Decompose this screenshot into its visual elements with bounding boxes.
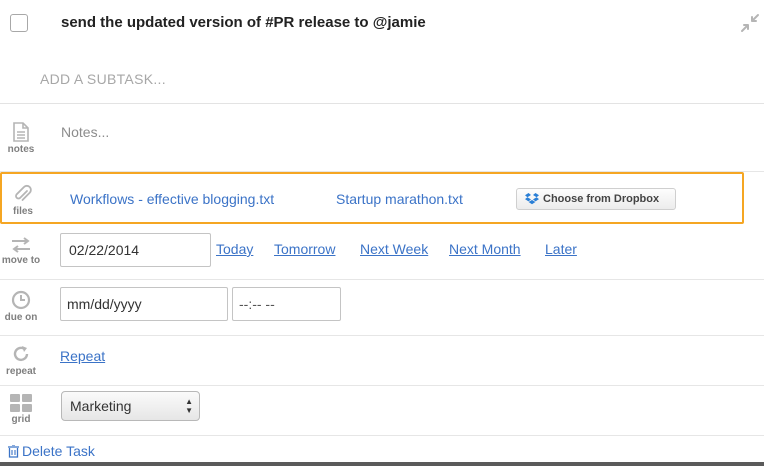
move-to-label: move to xyxy=(1,255,41,266)
clock-icon xyxy=(11,290,31,310)
files-side: files xyxy=(2,184,44,217)
refresh-icon xyxy=(13,346,29,362)
quick-link-next-month[interactable]: Next Month xyxy=(449,241,521,257)
task-checkbox[interactable] xyxy=(10,14,28,32)
move-side: move to xyxy=(0,237,42,266)
grid-label: grid xyxy=(11,414,31,425)
quick-link-later[interactable]: Later xyxy=(545,241,577,257)
choose-from-dropbox-button[interactable]: Choose from Dropbox xyxy=(516,188,676,210)
due-time-input[interactable]: --:-- -- xyxy=(232,287,341,321)
grid-selected-value: Marketing xyxy=(70,398,132,414)
repeat-link[interactable]: Repeat xyxy=(60,348,105,364)
dropbox-button-label: Choose from Dropbox xyxy=(543,193,660,205)
due-date-input[interactable]: mm/dd/yyyy xyxy=(60,287,228,321)
files-row: files Workflows - effective blogging.txt… xyxy=(0,172,744,224)
swap-arrows-icon xyxy=(12,237,30,253)
dropbox-icon xyxy=(525,193,539,205)
grid-select[interactable]: Marketing ▲ ▼ xyxy=(61,391,200,421)
delete-task-button[interactable]: Delete Task xyxy=(8,443,95,459)
task-header: send the updated version of #PR release … xyxy=(0,0,764,104)
repeat-side: repeat xyxy=(0,344,42,377)
add-subtask-input[interactable]: ADD A SUBTASK... xyxy=(40,71,166,87)
move-to-row: move to 02/22/2014 Today Tomorrow Next W… xyxy=(0,224,764,280)
move-date-input[interactable]: 02/22/2014 xyxy=(60,233,211,267)
quick-link-tomorrow[interactable]: Tomorrow xyxy=(274,241,335,257)
grid-side: grid xyxy=(0,394,42,425)
repeat-label: repeat xyxy=(5,366,36,377)
document-icon xyxy=(13,122,29,142)
due-on-label: due on xyxy=(4,312,38,323)
file-link-startup[interactable]: Startup marathon.txt xyxy=(336,191,463,207)
trash-icon xyxy=(8,444,19,458)
notes-side: notes xyxy=(0,122,42,155)
select-arrows-icon: ▲ ▼ xyxy=(185,397,193,415)
notes-field[interactable]: Notes... xyxy=(61,124,109,140)
paperclip-icon xyxy=(15,184,32,201)
delete-task-label: Delete Task xyxy=(22,443,95,459)
collapse-arrows-icon[interactable] xyxy=(740,13,760,33)
notes-row: notes Notes... xyxy=(0,104,764,172)
bottom-bar xyxy=(0,462,764,466)
due-side: due on xyxy=(0,290,42,323)
repeat-row: repeat Repeat xyxy=(0,336,764,386)
task-title[interactable]: send the updated version of #PR release … xyxy=(61,14,426,31)
grid-icon xyxy=(10,394,32,412)
quick-link-today[interactable]: Today xyxy=(216,241,253,257)
file-link-workflows[interactable]: Workflows - effective blogging.txt xyxy=(70,191,274,207)
files-label: files xyxy=(12,206,33,217)
notes-label: notes xyxy=(7,144,35,155)
grid-row: grid Marketing ▲ ▼ xyxy=(0,386,764,436)
quick-link-next-week[interactable]: Next Week xyxy=(360,241,428,257)
due-on-row: due on mm/dd/yyyy --:-- -- xyxy=(0,280,764,336)
